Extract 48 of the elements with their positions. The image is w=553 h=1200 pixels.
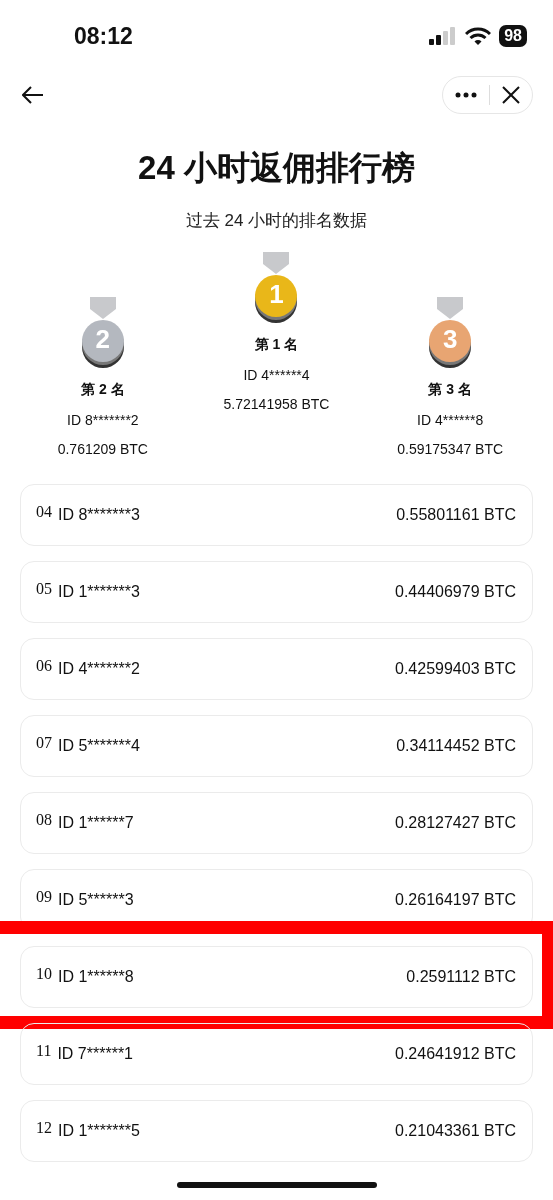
rebate-amount: 0.2591112 BTC [406, 968, 516, 986]
signal-icon [429, 27, 458, 45]
medal-number: 1 [268, 279, 285, 309]
battery-indicator: 98 [499, 25, 527, 47]
rebate-amount: 0.44406979 BTC [395, 583, 516, 601]
user-id: ID 4******8 [417, 412, 484, 428]
rebate-amount: 0.34114452 BTC [396, 737, 516, 755]
medal-number: 3 [441, 324, 459, 354]
user-id: ID 1******7 [58, 814, 135, 832]
rank-number: 04 [36, 503, 52, 521]
rank-number: 11 [36, 1042, 52, 1060]
rank-number: 08 [36, 811, 52, 829]
rank-number: 07 [36, 734, 52, 752]
rank-number: 05 [36, 580, 52, 598]
user-id: ID 4*******2 [58, 660, 141, 678]
rebate-amount: 5.72141958 BTC [223, 396, 330, 412]
rebate-amount: 0.21043361 BTC [395, 1122, 516, 1140]
wifi-icon [465, 26, 492, 46]
more-icon[interactable] [455, 92, 477, 98]
user-id: ID 7******1 [57, 1045, 134, 1063]
rank-number: 10 [36, 965, 52, 983]
rank-number: 12 [36, 1119, 52, 1137]
rank-label: 第 3 名 [428, 381, 472, 399]
user-id: ID 8*******3 [58, 506, 141, 524]
page-subtitle: 过去 24 小时的排名数据 [184, 210, 369, 232]
user-id: ID 5*******4 [58, 737, 141, 755]
user-id: ID 5******3 [58, 891, 135, 909]
user-id: ID 4******4 [243, 367, 310, 383]
rank-number: 06 [36, 657, 52, 675]
rebate-amount: 0.24641912 BTC [395, 1045, 516, 1063]
rebate-amount: 0.42599403 BTC [395, 660, 516, 678]
user-id: ID 1*******5 [58, 1122, 141, 1140]
user-id: ID 8*******2 [67, 412, 139, 428]
user-id: ID 1******8 [58, 968, 135, 986]
back-icon[interactable] [22, 86, 44, 104]
rank-label: 第 2 名 [81, 381, 125, 399]
rebate-amount: 0.55801161 BTC [396, 506, 516, 524]
rebate-amount: 0.26164197 BTC [395, 891, 516, 909]
medal-number: 2 [94, 324, 112, 354]
page-title: 24 小时返佣排行榜 [137, 148, 416, 188]
close-icon[interactable] [502, 86, 520, 104]
rank-number: 09 [36, 888, 52, 906]
user-id: ID 1*******3 [58, 583, 141, 601]
rebate-amount: 0.59175347 BTC [397, 441, 504, 457]
rebate-amount: 0.28127427 BTC [395, 814, 516, 832]
rebate-amount: 0.761209 BTC [57, 441, 148, 457]
status-time: 08:12 [74, 22, 134, 50]
rank-label: 第 1 名 [254, 336, 299, 354]
